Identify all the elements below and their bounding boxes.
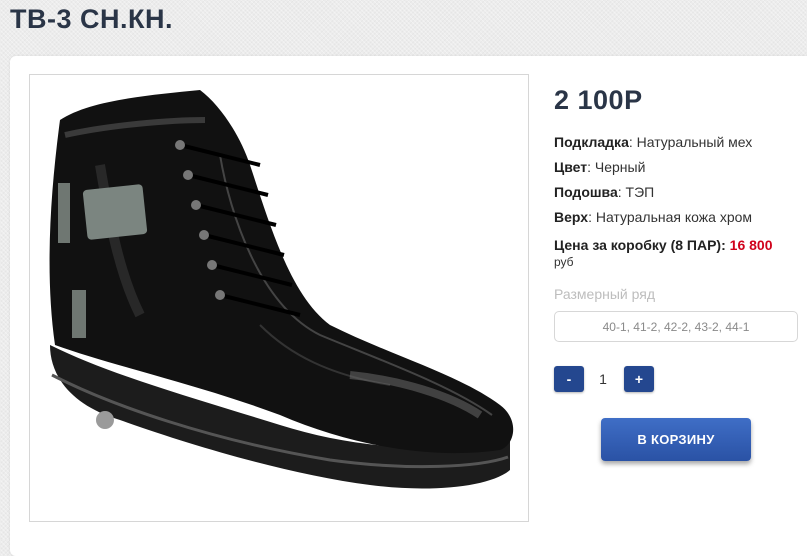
- size-range-select[interactable]: 40-1, 41-2, 42-2, 43-2, 44-1: [554, 311, 798, 342]
- spec-label: Подошва: [554, 184, 618, 200]
- spec-sole: Подошва: ТЭП: [554, 184, 655, 200]
- spec-label: Подкладка: [554, 134, 629, 150]
- spec-value: ТЭП: [625, 184, 655, 200]
- boot-photo: [49, 90, 514, 489]
- page-title: ТВ-3 СН.КН.: [10, 4, 173, 34]
- box-price: Цена за коробку (8 ПАР): 16 800: [554, 237, 773, 253]
- product-image[interactable]: [29, 74, 529, 522]
- spec-value: Черный: [594, 159, 646, 175]
- box-price-label: Цена за коробку (8 ПАР): [554, 237, 722, 253]
- quantity-minus-button[interactable]: -: [554, 366, 584, 392]
- spec-label: Верх: [554, 209, 589, 225]
- quantity-value[interactable]: 1: [590, 366, 616, 392]
- add-to-cart-button[interactable]: В КОРЗИНУ: [601, 418, 751, 461]
- size-range-label: Размерный ряд: [554, 286, 656, 302]
- box-price-value: 16 800: [729, 237, 773, 253]
- quantity-plus-button[interactable]: +: [624, 366, 654, 392]
- product-specs: Подкладка: Натуральный мех Цвет: Черный …: [554, 132, 804, 232]
- spec-upper: Верх: Натуральная кожа хром: [554, 209, 753, 225]
- spec-lining: Подкладка: Натуральный мех: [554, 134, 753, 150]
- spec-color: Цвет: Черный: [554, 159, 646, 175]
- product-price: 2 100Р: [554, 85, 643, 115]
- spec-label: Цвет: [554, 159, 588, 175]
- spec-value: Натуральная кожа хром: [595, 209, 753, 225]
- spec-value: Натуральный мех: [636, 134, 753, 150]
- box-price-currency: руб: [554, 255, 574, 269]
